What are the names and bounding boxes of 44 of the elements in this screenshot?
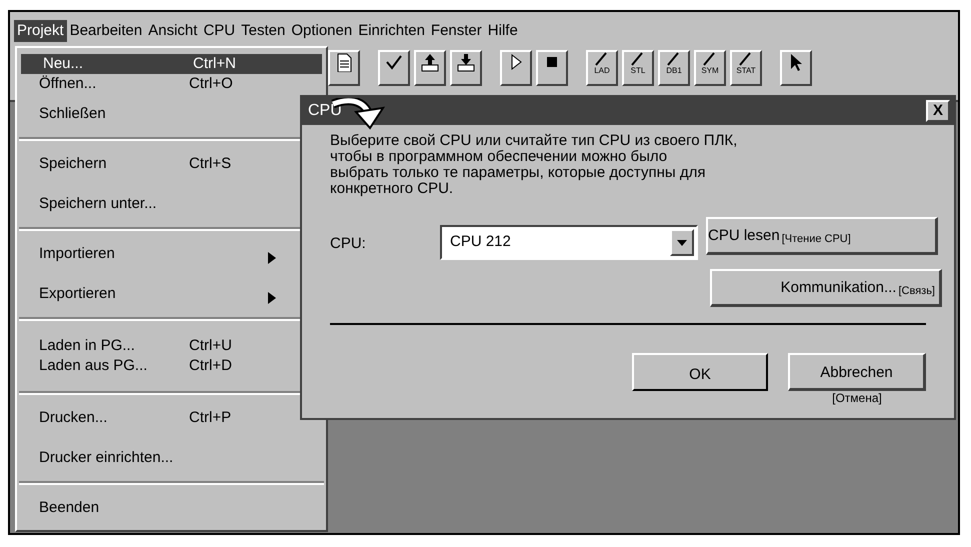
menu-bar-item[interactable]: Bearbeiten — [66, 20, 146, 42]
toolbar-button[interactable]: SYM — [694, 50, 726, 86]
menu-bar-item[interactable]: Hilfe — [484, 20, 521, 42]
close-button[interactable]: X — [926, 100, 950, 122]
menu-item[interactable]: Drucker einrichten... — [17, 438, 298, 478]
cancel-button[interactable]: Abbrechen — [788, 353, 926, 391]
ok-button[interactable]: OK — [632, 353, 768, 391]
menu-item[interactable]: Neu... Ctrl+N — [21, 54, 322, 74]
menu-item[interactable]: Importieren — [17, 234, 298, 274]
toolbar-button[interactable] — [780, 50, 812, 86]
menu-bar-item[interactable]: Ansicht — [145, 20, 200, 42]
menu-bar-item[interactable]: CPU — [200, 20, 238, 42]
caret-icon — [677, 240, 687, 246]
menu-item[interactable]: Exportieren — [17, 274, 298, 314]
menu-item[interactable]: Öffnen... Ctrl+O — [17, 74, 298, 94]
upload-icon — [420, 52, 440, 72]
menu-bar-item[interactable]: Testen — [238, 20, 288, 42]
toolbar-button[interactable] — [450, 50, 482, 86]
menu-item[interactable]: Laden aus PG... Ctrl+D — [17, 356, 298, 376]
toolbar-button[interactable]: DB1 — [658, 50, 690, 86]
menu-bar-item[interactable]: Fenster — [428, 20, 485, 42]
menu-item[interactable]: Beenden — [17, 488, 298, 528]
toolbar-button[interactable]: STL — [622, 50, 654, 86]
toolbar-button[interactable] — [414, 50, 446, 86]
dialog-title: CPU — [308, 101, 342, 121]
toolbar-button[interactable] — [328, 50, 360, 86]
menu-bar-item[interactable]: Optionen — [288, 20, 356, 42]
cpu-dropdown[interactable]: CPU 212 — [440, 225, 698, 260]
button-caption: [Отмена] — [832, 392, 882, 404]
menu-item[interactable]: Laden in PG... Ctrl+U — [17, 336, 298, 356]
toolbar-button[interactable]: STAT — [730, 50, 762, 86]
menu-item[interactable]: Speichern Ctrl+S — [17, 144, 298, 184]
menu-item[interactable]: Drucken... Ctrl+P — [17, 398, 298, 438]
toolbar-button[interactable] — [500, 50, 532, 86]
menu-bar-item[interactable]: Einrichten — [355, 20, 428, 42]
menu-item[interactable]: Schließen — [17, 94, 298, 134]
dialog-message: Выберите свой CPU или считайте тип CPU из своего ПЛК, чтобы в программном обеспечении можно было выбрать только те параметры, которые доступны для конкретного CPU. — [330, 133, 738, 197]
menu-bar-item[interactable]: Projekt — [14, 20, 67, 42]
toolbar-button[interactable] — [536, 50, 568, 86]
menu-item[interactable]: Speichern unter... — [17, 184, 298, 224]
download-icon — [456, 52, 476, 72]
toolbar-button[interactable] — [378, 50, 410, 86]
toolbar-button[interactable]: LAD — [586, 50, 618, 86]
field-label: CPU: — [330, 234, 367, 254]
